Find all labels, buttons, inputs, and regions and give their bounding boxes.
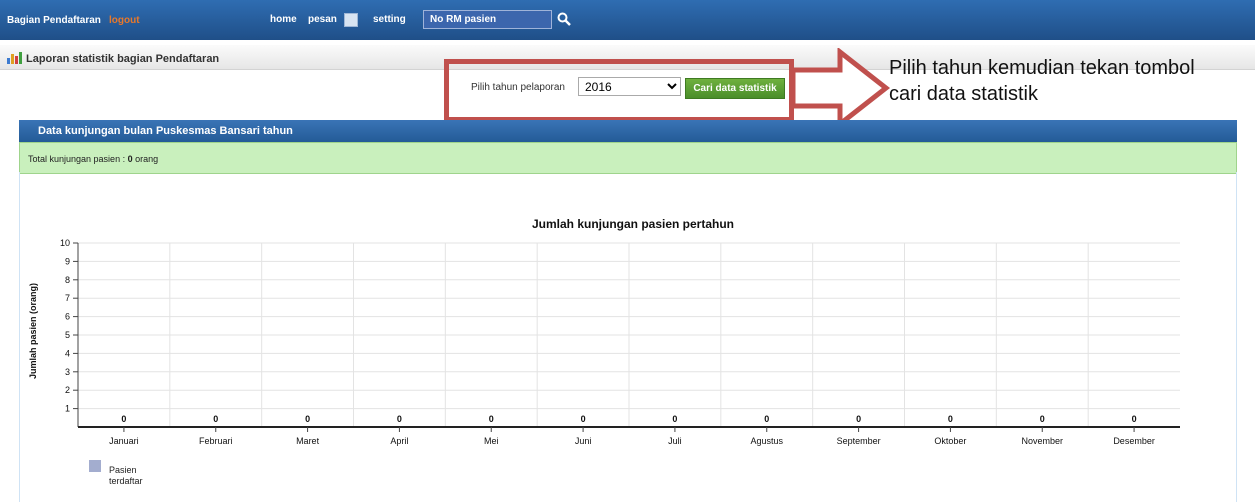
data-label: 0 <box>1040 414 1045 424</box>
y-tick-label: 6 <box>65 312 70 322</box>
data-label: 0 <box>397 414 402 424</box>
data-label: 0 <box>305 414 310 424</box>
x-tick-label: Juni <box>575 436 592 446</box>
x-tick-label: Februari <box>199 436 233 446</box>
data-label: 0 <box>1132 414 1137 424</box>
x-tick-label: Oktober <box>934 436 966 446</box>
y-tick-label: 2 <box>65 385 70 395</box>
legend-swatch <box>89 460 101 472</box>
legend-label: Pasien terdaftar <box>109 465 143 486</box>
data-label: 0 <box>581 414 586 424</box>
chart-title: Jumlah kunjungan pasien pertahun <box>532 217 734 231</box>
x-tick-label: Agustus <box>750 436 783 446</box>
data-label: 0 <box>489 414 494 424</box>
y-tick-label: 3 <box>65 367 70 377</box>
y-tick-label: 1 <box>65 404 70 414</box>
y-tick-label: 10 <box>60 238 70 248</box>
x-tick-label: April <box>390 436 408 446</box>
data-label: 0 <box>121 414 126 424</box>
data-label: 0 <box>213 414 218 424</box>
x-tick-label: Desember <box>1113 436 1155 446</box>
data-label: 0 <box>764 414 769 424</box>
x-tick-label: Mei <box>484 436 499 446</box>
y-tick-label: 8 <box>65 275 70 285</box>
x-tick-label: Maret <box>296 436 320 446</box>
x-tick-label: Juli <box>668 436 682 446</box>
x-tick-label: Januari <box>109 436 139 446</box>
visits-chart: Jumlah kunjungan pasien pertahun Jumlah … <box>28 217 1180 446</box>
chart-y-axis-label: Jumlah pasien (orang) <box>28 283 38 379</box>
x-tick-label: September <box>837 436 881 446</box>
y-tick-label: 5 <box>65 330 70 340</box>
y-tick-label: 9 <box>65 256 70 266</box>
x-tick-label: November <box>1021 436 1063 446</box>
data-label: 0 <box>672 414 677 424</box>
data-label: 0 <box>856 414 861 424</box>
y-tick-label: 7 <box>65 293 70 303</box>
y-tick-label: 4 <box>65 348 70 358</box>
data-label: 0 <box>948 414 953 424</box>
